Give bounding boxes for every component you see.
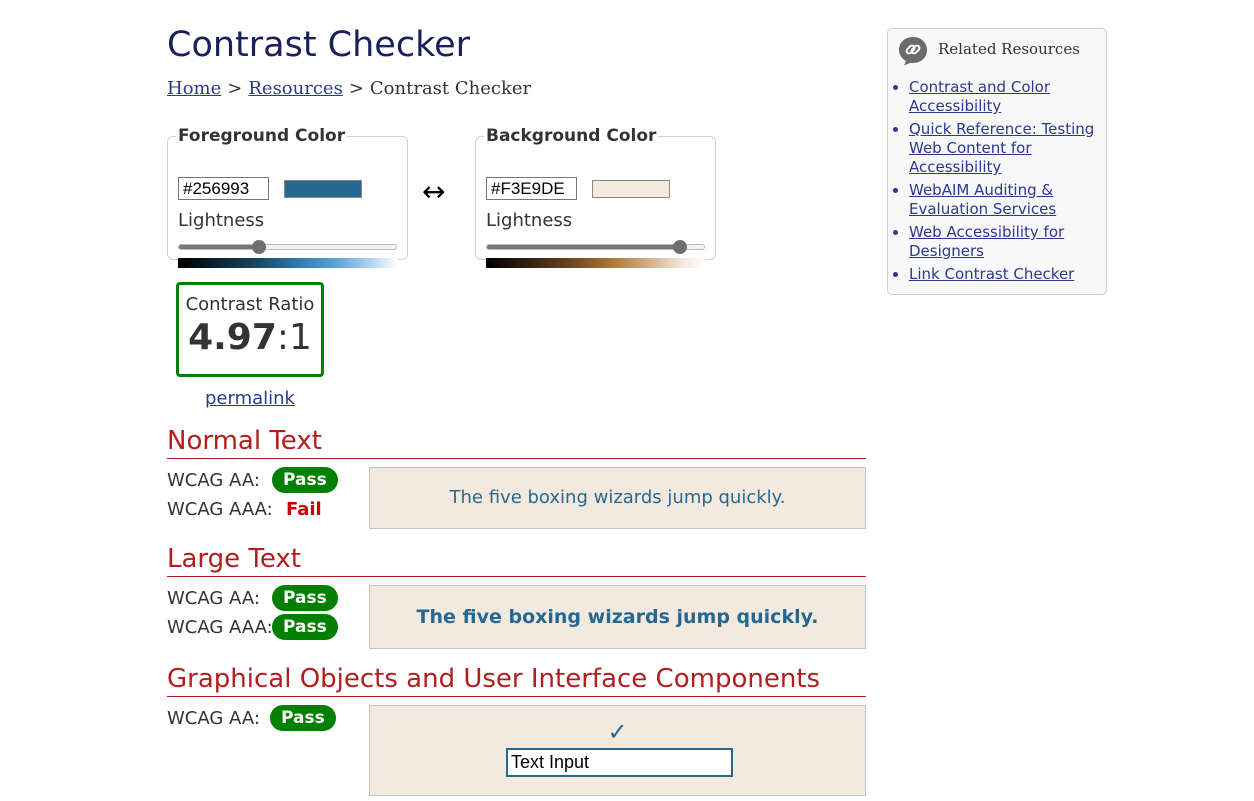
foreground-slider-thumb[interactable] — [252, 240, 267, 254]
normal-aaa-fail-badge: Fail — [286, 499, 322, 520]
resource-link-contrast-color[interactable]: Contrast and Color Accessibility — [909, 78, 1050, 115]
breadcrumb-resources-link[interactable]: Resources — [248, 78, 342, 99]
normal-aaa-label: WCAG AAA: — [167, 499, 273, 520]
graphical-objects-heading: Graphical Objects and User Interface Com… — [167, 664, 866, 698]
large-aaa-pass-badge: Pass — [272, 614, 338, 640]
background-hex-input[interactable] — [486, 177, 577, 200]
swap-colors-icon[interactable]: ↔ — [422, 178, 445, 206]
foreground-lightness-slider[interactable] — [178, 240, 397, 254]
contrast-ratio-number: 4.97 — [188, 317, 277, 358]
link-icon — [899, 37, 927, 66]
large-aa-pass-badge: Pass — [272, 585, 338, 611]
contrast-ratio-suffix: :1 — [276, 317, 312, 358]
normal-text-sample: The five boxing wizards jump quickly. — [369, 467, 866, 529]
list-item: Quick Reference: Testing Web Content for… — [909, 120, 1104, 177]
background-color-panel: Background Color Lightness — [475, 126, 716, 268]
breadcrumb-separator: > — [348, 78, 364, 99]
large-text-sample: The five boxing wizards jump quickly. — [369, 585, 866, 649]
large-aa-label: WCAG AA: — [167, 588, 260, 609]
background-color-legend: Background Color — [486, 126, 657, 146]
normal-aa-label: WCAG AA: — [167, 470, 260, 491]
background-slider-fill — [487, 245, 681, 249]
list-item: Web Accessibility for Designers — [909, 223, 1104, 261]
background-lightness-gradient — [486, 258, 705, 268]
breadcrumb-separator: > — [227, 78, 243, 99]
contrast-ratio-box: Contrast Ratio 4.97:1 — [176, 282, 324, 377]
foreground-color-panel: Foreground Color Lightness — [167, 126, 408, 268]
background-lightness-label: Lightness — [486, 210, 573, 231]
list-item: WebAIM Auditing & Evaluation Services — [909, 181, 1104, 219]
foreground-lightness-label: Lightness — [178, 210, 265, 231]
normal-text-heading: Normal Text — [167, 426, 866, 460]
resource-link-quick-reference[interactable]: Quick Reference: Testing Web Content for… — [909, 120, 1094, 176]
text-input-sample[interactable] — [506, 748, 733, 777]
graphical-objects-sample: ✓ — [369, 705, 866, 796]
checkmark-icon: ✓ — [607, 718, 628, 746]
normal-aa-pass-badge: Pass — [272, 467, 338, 493]
foreground-lightness-gradient — [178, 258, 397, 268]
foreground-color-legend: Foreground Color — [178, 126, 346, 146]
foreground-slider-fill — [179, 245, 260, 249]
breadcrumb-current: Contrast Checker — [369, 78, 532, 99]
graphical-aa-pass-badge: Pass — [270, 705, 336, 731]
related-resources-panel: Related Resources Contrast and Color Acc… — [887, 28, 1107, 295]
related-resources-list: Contrast and Color Accessibility Quick R… — [888, 78, 1104, 288]
breadcrumb-home-link[interactable]: Home — [167, 78, 221, 99]
large-text-heading: Large Text — [167, 544, 866, 578]
background-lightness-slider[interactable] — [486, 240, 705, 254]
page-title: Contrast Checker — [167, 25, 471, 65]
permalink-link[interactable]: permalink — [176, 388, 324, 409]
contrast-ratio-label: Contrast Ratio — [185, 294, 315, 315]
background-slider-thumb[interactable] — [673, 240, 688, 254]
graphical-aa-label: WCAG AA: — [167, 708, 260, 729]
list-item: Link Contrast Checker — [909, 265, 1104, 284]
breadcrumb: Home > Resources > Contrast Checker — [167, 78, 531, 99]
resource-link-designers[interactable]: Web Accessibility for Designers — [909, 223, 1064, 260]
contrast-ratio-value: 4.97:1 — [179, 317, 321, 358]
foreground-color-picker[interactable] — [284, 180, 362, 198]
resource-link-link-contrast[interactable]: Link Contrast Checker — [909, 265, 1074, 283]
resource-link-auditing[interactable]: WebAIM Auditing & Evaluation Services — [909, 181, 1056, 218]
related-resources-heading: Related Resources — [938, 40, 1080, 58]
list-item: Contrast and Color Accessibility — [909, 78, 1104, 116]
large-aaa-label: WCAG AAA: — [167, 617, 273, 638]
background-color-picker[interactable] — [592, 180, 670, 198]
foreground-hex-input[interactable] — [178, 177, 269, 200]
